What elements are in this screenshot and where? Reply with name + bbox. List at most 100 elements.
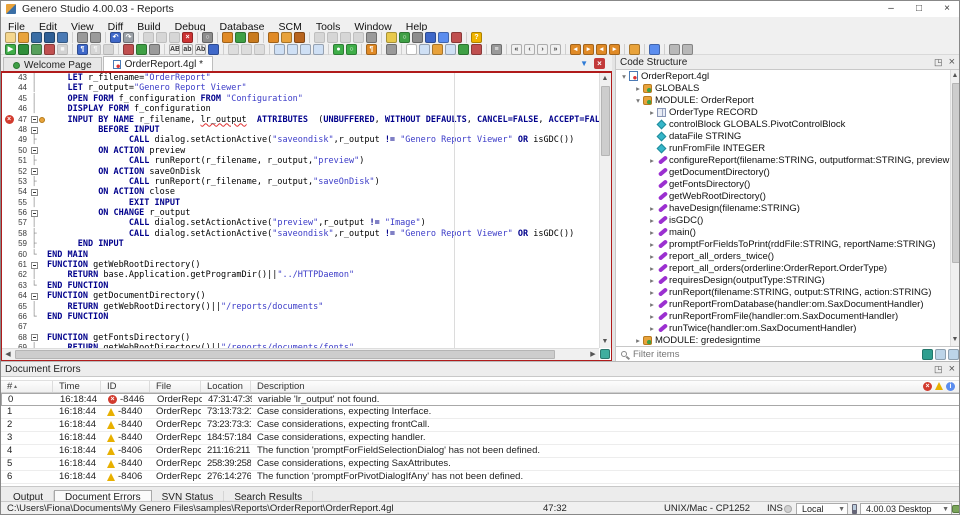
next-change-button[interactable]: ▸ [583,44,594,55]
code-line-66[interactable]: 66 └ END FUNCTION [2,312,599,322]
scroll-up-icon[interactable]: ▲ [599,73,611,85]
tree-scroll-down-icon[interactable]: ▼ [949,334,959,346]
lowercase-button[interactable]: ab [182,44,193,55]
fold-indicator[interactable]: └ [29,250,39,260]
code-line-52[interactable]: 52 ON ACTION saveOnDisk [2,167,599,177]
tree-item[interactable]: ▾ OrderReport.4gl [616,70,950,82]
undo-button[interactable]: ↶ [110,32,121,43]
form-folder-button[interactable] [432,44,443,55]
tree-item[interactable]: dataFile STRING [616,130,950,142]
filter-items-input[interactable] [631,347,922,361]
chevron-right-icon[interactable]: ▸ [647,300,657,309]
code-line-57[interactable]: 57 │ CALL dialog.setActionActive("preview… [2,218,599,228]
split-vertical-button[interactable] [287,44,298,55]
insert-mode-indicator[interactable]: INS [767,502,783,514]
tree-item[interactable]: ▸ runReport(filename:STRING, output:STRIN… [616,286,950,298]
tree-scrollbar[interactable]: ▲ ▼ [949,70,959,346]
chevron-right-icon[interactable]: ▸ [647,240,657,249]
user-management-button[interactable] [425,32,436,43]
first-error-button[interactable]: « [511,44,522,55]
new-window-button[interactable] [438,32,449,43]
new-file-button[interactable] [5,32,16,43]
scroll-right-icon[interactable]: ▶ [587,349,599,360]
build-all-button[interactable] [294,32,305,43]
cascade-windows-button[interactable] [669,44,680,55]
code-line-58[interactable]: 58 ├ CALL dialog.setActionActive("saveond… [2,229,599,239]
fold-box-icon[interactable] [30,126,38,134]
fold-indicator[interactable] [29,260,39,270]
fold-indicator[interactable]: ├ [29,229,39,239]
code-line-43[interactable]: 43 │ LET r_filename="OrderReport" [2,73,599,83]
encoding-indicator[interactable]: UNIX/Mac - CP1252 [664,502,750,514]
tree-item[interactable]: ▸ GLOBALS [616,82,950,94]
code-line-49[interactable]: 49 ├ CALL dialog.setActionActive("saveond… [2,135,599,145]
code-line-54[interactable]: 54 ON ACTION close [2,187,599,197]
schema-browser-button[interactable] [386,32,397,43]
stop-build-button[interactable] [314,32,325,43]
error-row[interactable]: 6 16:18:44 -8406 OrderRepor... 276:14:276:38… [1,471,959,484]
open-folder-button[interactable] [18,32,29,43]
chevron-right-icon[interactable]: ▸ [647,216,657,225]
code-line-56[interactable]: 56 ON CHANGE r_output [2,208,599,218]
fold-indicator[interactable] [29,187,39,197]
fold-box-icon[interactable] [30,116,38,124]
compare-files-button[interactable] [386,44,397,55]
close-document-icon[interactable]: × [594,58,605,69]
execute-button[interactable]: ○ [399,32,410,43]
previous-bookmark-button[interactable]: ◂ [596,44,607,55]
save-button[interactable] [31,32,42,43]
tree-item[interactable]: getFontsDirectory() [616,178,950,190]
code-line-45[interactable]: 45 │ OPEN FORM f_configuration FROM "Conf… [2,94,599,104]
fold-indicator[interactable]: │ [29,83,39,93]
configuration-selector[interactable]: 4.00.03 Desktop ▼ [860,503,952,514]
error-row[interactable]: 5 16:18:44 -8440 OrderRepor... 258:39:258:51… [1,458,959,471]
fold-indicator[interactable] [29,146,39,156]
format-text-button[interactable]: ¶ [90,44,101,55]
fold-indicator[interactable]: │ [29,218,39,228]
run-with-settings-button[interactable] [18,44,29,55]
next-bookmark-button[interactable]: ▸ [609,44,620,55]
collapse-all-icon[interactable] [948,348,959,360]
column-header-num[interactable]: # ▴ [1,381,53,392]
code-line-67[interactable]: 67 [2,322,599,332]
redo-button[interactable]: ↷ [123,32,134,43]
tree-item[interactable]: runFromFile INTEGER [616,142,950,154]
fold-box-icon[interactable] [30,261,38,269]
fold-box-icon[interactable] [30,209,38,217]
fold-indicator[interactable]: ├ [29,239,39,249]
tab-orderreport-4gl-[interactable]: OrderReport.4gl * [102,56,214,71]
error-row[interactable]: 2 16:18:44 -8440 OrderRepor... 73:23:73:31 Ca… [1,419,959,432]
float-errors-panel-icon[interactable]: ◳ [934,364,943,375]
filter-info-icon[interactable]: i [946,382,955,391]
record-macro-button[interactable]: ● [333,44,344,55]
tree-item[interactable]: ▸ runReportFromFile(handler:om.SaxDocumen… [616,310,950,322]
code-line-51[interactable]: 51 ├ CALL runReport(r_filename, r_output,… [2,156,599,166]
tree-item[interactable]: ▸ OrderType RECORD [616,106,950,118]
play-macro-button[interactable]: ○ [346,44,357,55]
save-all-button[interactable] [44,32,55,43]
scroll-left-icon[interactable]: ◀ [2,349,14,360]
code-line-48[interactable]: 48 BEFORE INPUT [2,125,599,135]
tree-item[interactable]: ▸ promptForFieldsToPrint(rddFile:STRING, … [616,238,950,250]
next-error-button[interactable]: › [537,44,548,55]
zoom-reset-button[interactable] [149,44,160,55]
fold-indicator[interactable] [29,333,39,343]
close-panel-icon[interactable]: × [949,56,955,68]
tree-item[interactable]: ▸ configureReport(filename:STRING, output… [616,154,950,166]
split-grid-button[interactable] [313,44,324,55]
profile-button[interactable] [44,44,55,55]
horizontal-scroll-thumb[interactable] [15,350,555,359]
maximize-button[interactable]: □ [905,1,933,17]
run-button[interactable]: ▶ [5,44,16,55]
find-in-files-button[interactable]: ○ [202,32,213,43]
chevron-right-icon[interactable]: ▸ [647,156,657,165]
scroll-down-icon[interactable]: ▼ [599,336,611,348]
tile-windows-button[interactable] [682,44,693,55]
tab-list-dropdown-icon[interactable]: ▼ [580,59,588,68]
save-as-button[interactable] [57,32,68,43]
tree-item[interactable]: ▸ runTwice(handler:om.SaxDocumentHandler) [616,322,950,334]
float-panel-icon[interactable]: ◳ [934,57,943,68]
code-line-60[interactable]: 60 └ END MAIN [2,250,599,260]
code-line-47[interactable]: × 47 INPUT BY NAME r_filename, lr_output … [2,115,599,125]
filter-errors-icon[interactable]: × [923,382,932,391]
